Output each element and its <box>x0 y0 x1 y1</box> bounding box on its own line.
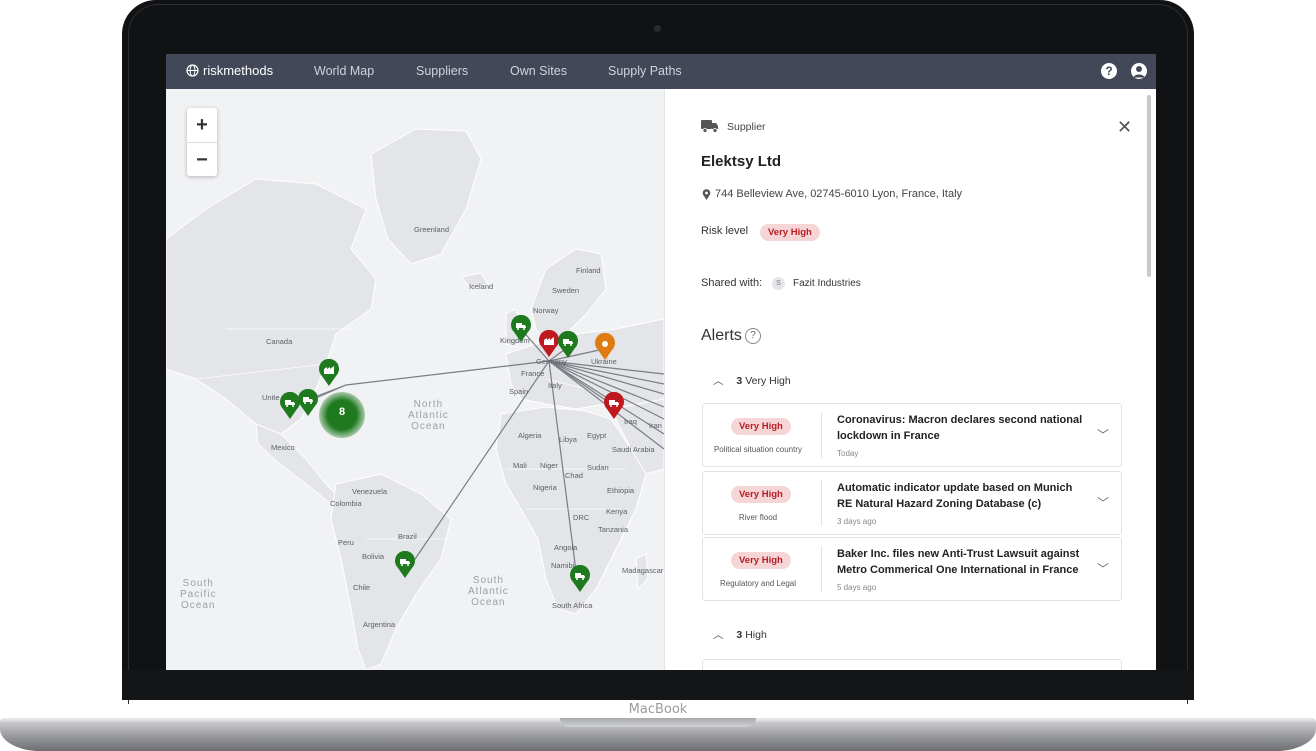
alert-category: River flood <box>738 513 778 522</box>
alert-group-level: Very High <box>745 375 791 387</box>
alert-title: Automatic indicator update based on Muni… <box>837 482 1073 510</box>
panel-scrollbar[interactable] <box>1147 95 1151 277</box>
world-map[interactable]: Greenland Iceland Finland Sweden Norway … <box>166 89 664 670</box>
alert-date: 3 days ago <box>837 517 877 526</box>
factory-marker-usa[interactable] <box>318 358 340 392</box>
panel-type-label: Supplier <box>727 121 766 133</box>
laptop-brand: MacBook <box>628 702 688 717</box>
risk-level-label: Risk level <box>701 225 749 237</box>
shared-company-name: Fazit Industries <box>793 278 861 289</box>
truck-marker-uk[interactable] <box>510 314 532 348</box>
nav-supply-paths[interactable]: Supply Paths <box>608 64 682 78</box>
truck-marker-turkey[interactable] <box>603 391 625 425</box>
alert-severity-badge: Very High <box>731 486 791 503</box>
supplier-details-panel: Supplier ✕ Elektsy Ltd 744 Belleview Ave… <box>664 89 1156 670</box>
alert-card[interactable]: Very High Political situation country Co… <box>702 403 1122 467</box>
chevron-down-icon[interactable]: ﹀ <box>1097 426 1109 443</box>
alerts-help-icon[interactable]: ? <box>745 328 761 344</box>
zoom-controls: + − <box>187 108 217 176</box>
alert-card-partial[interactable] <box>702 659 1122 670</box>
alert-date: Today <box>837 449 859 458</box>
globe-logo-icon <box>186 64 199 77</box>
alert-title: Coronavirus: Macron declares second nati… <box>837 414 1083 442</box>
nav-world-map[interactable]: World Map <box>314 64 374 78</box>
alert-category: Political situation country <box>713 445 803 454</box>
alert-group-count: 3 <box>736 629 743 641</box>
help-icon[interactable]: ? <box>1101 63 1117 79</box>
close-icon[interactable]: ✕ <box>1117 117 1132 138</box>
alert-group-very-high[interactable]: ︿ 3 Very High <box>713 373 791 388</box>
truck-marker-germany[interactable] <box>557 330 579 364</box>
nav-own-sites[interactable]: Own Sites <box>510 64 567 78</box>
cluster-count: 8 <box>338 406 346 418</box>
shared-with-label: Shared with: <box>701 277 763 289</box>
cluster-marker[interactable]: 8 <box>319 392 365 438</box>
nav-suppliers[interactable]: Suppliers <box>416 64 468 78</box>
chevron-up-icon: ︿ <box>713 629 724 641</box>
camera-icon <box>654 25 661 32</box>
laptop-notch <box>560 718 756 727</box>
user-account-icon[interactable] <box>1131 63 1147 79</box>
alert-divider <box>821 546 822 592</box>
chevron-up-icon: ︿ <box>713 375 724 387</box>
alert-severity-badge: Very High <box>731 418 791 435</box>
chevron-down-icon[interactable]: ﹀ <box>1097 560 1109 577</box>
supplier-address: 744 Belleview Ave, 02745-6010 Lyon, Fran… <box>715 188 963 200</box>
laptop-bezel <box>122 670 1194 700</box>
alert-title: Baker Inc. files new Anti-Trust Lawsuit … <box>837 548 1080 576</box>
zoom-out-button[interactable]: − <box>187 143 217 177</box>
marker-ukraine[interactable] <box>594 332 616 366</box>
alert-severity-badge: Very High <box>731 552 791 569</box>
alert-divider <box>821 480 822 526</box>
alert-date: 5 days ago <box>837 583 877 592</box>
zoom-in-button[interactable]: + <box>187 108 217 143</box>
shared-company-avatar: S <box>772 277 785 290</box>
alert-group-level: High <box>745 629 767 641</box>
alert-divider <box>821 412 822 458</box>
truck-marker-brazil[interactable] <box>394 550 416 584</box>
alert-category: Regulatory and Legal <box>719 579 797 588</box>
alert-group-count: 3 <box>736 375 743 387</box>
app-screen: riskmethods World Map Suppliers Own Site… <box>166 54 1156 670</box>
alert-card[interactable]: Very High Regulatory and Legal Baker Inc… <box>702 537 1122 601</box>
user-icon-glyph <box>1133 66 1145 78</box>
alert-group-high[interactable]: ︿ 3 High <box>713 627 767 642</box>
truck-marker-south-africa[interactable] <box>569 564 591 598</box>
top-navbar: riskmethods World Map Suppliers Own Site… <box>166 54 1156 89</box>
truck-icon <box>701 120 718 133</box>
alerts-title: Alerts <box>701 327 742 344</box>
alert-card[interactable]: Very High River flood Automatic indicato… <box>702 471 1122 535</box>
truck-marker-usa-2[interactable] <box>297 388 319 422</box>
app-logo[interactable]: riskmethods <box>186 63 273 78</box>
location-pin-icon <box>702 189 711 200</box>
risk-level-badge: Very High <box>760 224 820 241</box>
supplier-name: Elektsy Ltd <box>701 153 782 170</box>
chevron-down-icon[interactable]: ﹀ <box>1097 494 1109 511</box>
app-logo-text: riskmethods <box>203 63 274 78</box>
